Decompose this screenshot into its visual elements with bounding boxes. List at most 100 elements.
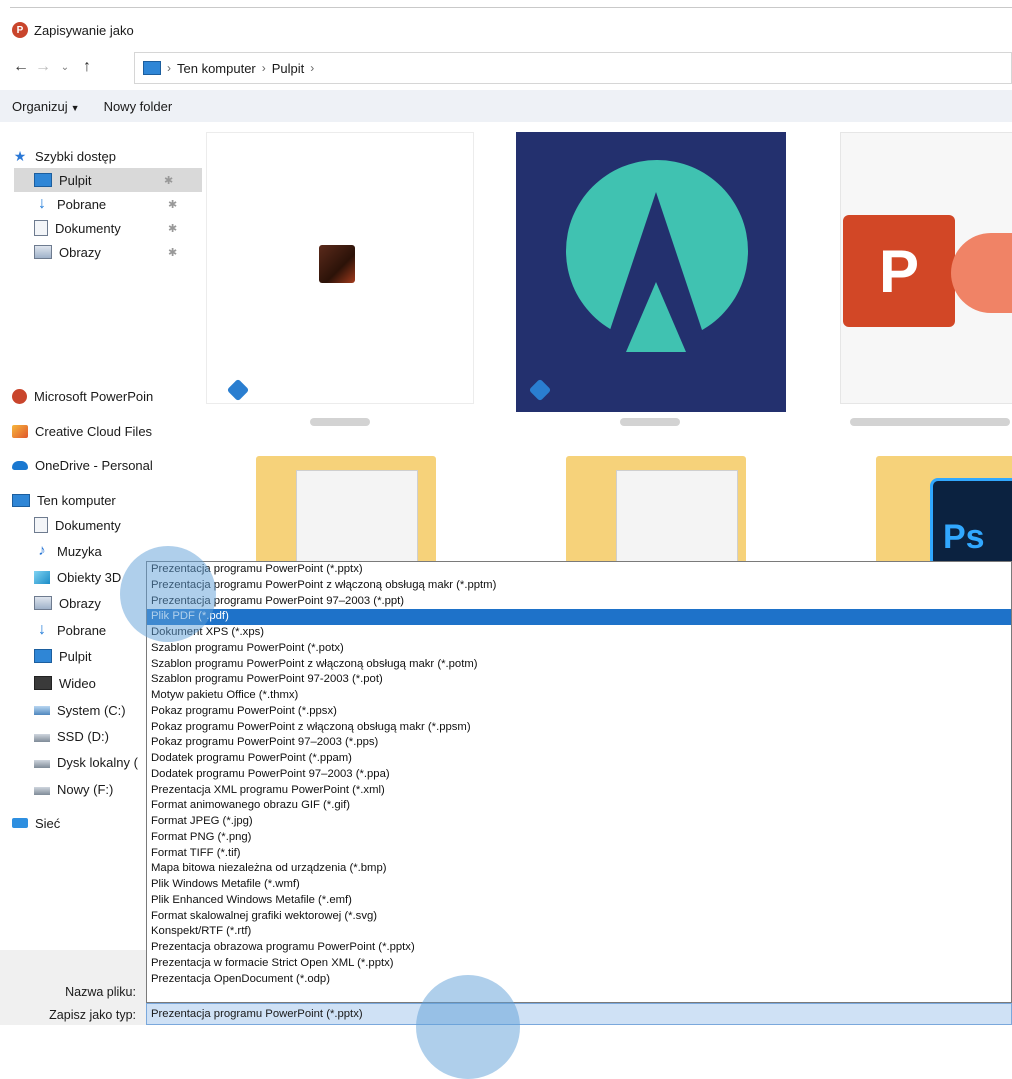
filetype-option[interactable]: Prezentacja XML programu PowerPoint (*.x… <box>147 783 1011 799</box>
filetype-option[interactable]: Szablon programu PowerPoint 97-2003 (*.p… <box>147 672 1011 688</box>
breadcrumb-this-pc[interactable]: Ten komputer <box>177 61 256 76</box>
sidebar-item-label: Pobrane <box>57 622 107 638</box>
filetype-option[interactable]: Format PNG (*.png) <box>147 830 1011 846</box>
sidebar-item-desktop-quick[interactable]: Pulpit ✱ <box>14 168 202 192</box>
breadcrumb-desktop[interactable]: Pulpit <box>272 61 305 76</box>
filetype-option[interactable]: Format JPEG (*.jpg) <box>147 814 1011 830</box>
image-preview <box>319 245 355 283</box>
filetype-option[interactable]: Prezentacja programu PowerPoint 97–2003 … <box>147 594 1011 610</box>
file-thumbnail[interactable]: P <box>840 132 1012 404</box>
folder-icon[interactable] <box>256 456 436 568</box>
3d-objects-icon <box>34 570 50 584</box>
sidebar-item-quick-access[interactable]: ★ Szybki dostęp <box>12 144 116 168</box>
computer-icon <box>143 61 161 75</box>
filetype-option[interactable]: Prezentacja OpenDocument (*.odp) <box>147 972 1011 988</box>
sidebar-item-label: Microsoft PowerPoin <box>34 388 154 404</box>
organize-button[interactable]: Organizuj ▼ <box>0 99 92 114</box>
system-drive-icon <box>34 705 50 715</box>
new-folder-button[interactable]: Nowy folder <box>92 99 185 114</box>
creative-cloud-icon <box>12 424 28 438</box>
sidebar-item-label: Obiekty 3D <box>57 569 122 585</box>
sidebar-item-this-pc[interactable]: Ten komputer <box>12 488 116 512</box>
sidebar-item-label: Dysk lokalny ( <box>57 754 138 770</box>
filetype-option[interactable]: Pokaz programu PowerPoint 97–2003 (*.pps… <box>147 735 1011 751</box>
arrow-right-icon[interactable]: → <box>32 58 54 76</box>
chevron-down-icon[interactable]: ⌄ <box>54 62 76 73</box>
filetype-option[interactable]: Prezentacja programu PowerPoint z włączo… <box>147 578 1011 594</box>
arrow-up-icon[interactable]: ↑ <box>76 58 98 76</box>
sidebar-item-drive-f[interactable]: Nowy (F:) <box>34 777 113 801</box>
sidebar-item-label: Dokumenty <box>55 220 121 236</box>
command-toolbar: Organizuj ▼ Nowy folder <box>0 90 1012 122</box>
powerpoint-icon: P <box>843 215 955 327</box>
filetype-dropdown-list[interactable]: Prezentacja programu PowerPoint (*.pptx)… <box>146 561 1012 1003</box>
filetype-option[interactable]: Plik Windows Metafile (*.wmf) <box>147 877 1011 893</box>
sidebar-item-3d-objects[interactable]: Obiekty 3D <box>34 565 121 589</box>
filetype-option[interactable]: Szablon programu PowerPoint z włączoną o… <box>147 657 1011 673</box>
sidebar-item-local-disk[interactable]: Dysk lokalny ( <box>34 750 138 774</box>
sidebar-item-creative-cloud[interactable]: Creative Cloud Files <box>12 419 152 443</box>
sidebar-item-documents-quick[interactable]: Dokumenty <box>34 216 121 240</box>
sidebar-item-desktop[interactable]: Pulpit <box>34 644 92 668</box>
filetype-option-highlighted[interactable]: Plik PDF (*.pdf) <box>147 609 1011 625</box>
sidebar-item-drive-d[interactable]: SSD (D:) <box>34 724 109 748</box>
savetype-select[interactable]: Prezentacja programu PowerPoint (*.pptx) <box>146 1003 1012 1025</box>
folder-paper <box>296 470 418 568</box>
desktop-icon <box>34 649 52 663</box>
folder-icon[interactable] <box>566 456 746 568</box>
file-caption <box>620 418 680 426</box>
sidebar-item-documents[interactable]: Dokumenty <box>34 513 121 537</box>
drive-icon <box>34 760 50 768</box>
filetype-option[interactable]: Dokument XPS (*.xps) <box>147 625 1011 641</box>
filetype-option[interactable]: Prezentacja obrazowa programu PowerPoint… <box>147 940 1011 956</box>
filetype-option[interactable]: Format skalowalnej grafiki wektorowej (*… <box>147 909 1011 925</box>
sidebar-item-pictures[interactable]: Obrazy <box>34 591 101 615</box>
filetype-option[interactable]: Dodatek programu PowerPoint 97–2003 (*.p… <box>147 767 1011 783</box>
file-thumbnail[interactable] <box>206 132 474 404</box>
filetype-option[interactable]: Pokaz programu PowerPoint z włączoną obs… <box>147 720 1011 736</box>
window-title: Zapisywanie jako <box>34 22 134 38</box>
sidebar-item-label: Dokumenty <box>55 517 121 533</box>
filetype-option[interactable]: Plik Enhanced Windows Metafile (*.emf) <box>147 893 1011 909</box>
filetype-option[interactable]: Prezentacja w formacie Strict Open XML (… <box>147 956 1011 972</box>
filetype-option[interactable]: Format animowanego obrazu GIF (*.gif) <box>147 798 1011 814</box>
filetype-option[interactable]: Mapa bitowa niezależna od urządzenia (*.… <box>147 861 1011 877</box>
sidebar-item-powerpoint[interactable]: Microsoft PowerPoin <box>12 384 153 408</box>
file-view: P Ps <box>200 128 1012 568</box>
organize-label: Organizuj <box>12 98 68 114</box>
sidebar-item-drive-c[interactable]: System (C:) <box>34 698 126 722</box>
arrow-left-icon[interactable]: ← <box>10 58 32 76</box>
download-icon: ↓ <box>38 195 46 212</box>
sidebar-item-network[interactable]: Sieć <box>12 811 60 835</box>
breadcrumb-separator: › <box>261 61 266 75</box>
filetype-option[interactable]: Format TIFF (*.tif) <box>147 846 1011 862</box>
pin-icon: ✱ <box>168 223 178 235</box>
address-bar[interactable]: › Ten komputer › Pulpit › <box>134 52 1012 84</box>
sidebar-item-downloads[interactable]: ↓ Pobrane <box>34 618 106 642</box>
computer-icon <box>12 493 30 507</box>
sidebar-item-label: Pulpit <box>59 648 92 664</box>
video-icon <box>34 676 52 690</box>
sidebar-item-label: Sieć <box>35 815 61 831</box>
folder-paper <box>616 470 738 568</box>
sidebar-item-label: OneDrive - Personal <box>35 457 153 473</box>
sidebar-item-label: Obrazy <box>59 595 101 611</box>
filetype-option[interactable]: Konspekt/RTF (*.rtf) <box>147 924 1011 940</box>
sidebar-item-label: Pobrane <box>57 196 107 212</box>
file-thumbnail[interactable] <box>516 132 786 412</box>
sidebar-item-downloads-quick[interactable]: ↓ Pobrane <box>34 192 106 216</box>
sidebar-item-pictures-quick[interactable]: Obrazy <box>34 240 101 264</box>
sidebar-item-videos[interactable]: Wideo <box>34 671 96 695</box>
filetype-option[interactable]: Dodatek programu PowerPoint (*.ppam) <box>147 751 1011 767</box>
pin-icon: ✱ <box>168 247 178 259</box>
sidebar-item-music[interactable]: ♪ Muzyka <box>34 539 102 563</box>
filetype-option[interactable]: Motyw pakietu Office (*.thmx) <box>147 688 1011 704</box>
network-icon <box>12 818 28 828</box>
filetype-option[interactable]: Pokaz programu PowerPoint (*.ppsx) <box>147 704 1011 720</box>
sidebar-item-label: SSD (D:) <box>57 728 109 744</box>
filetype-option[interactable]: Szablon programu PowerPoint (*.potx) <box>147 641 1011 657</box>
sidebar-item-onedrive[interactable]: OneDrive - Personal <box>12 453 153 477</box>
filetype-option[interactable]: Prezentacja programu PowerPoint (*.pptx) <box>147 562 1011 578</box>
savetype-label: Zapisz jako typ: <box>49 1008 136 1022</box>
pin-icon: ✱ <box>164 174 174 187</box>
